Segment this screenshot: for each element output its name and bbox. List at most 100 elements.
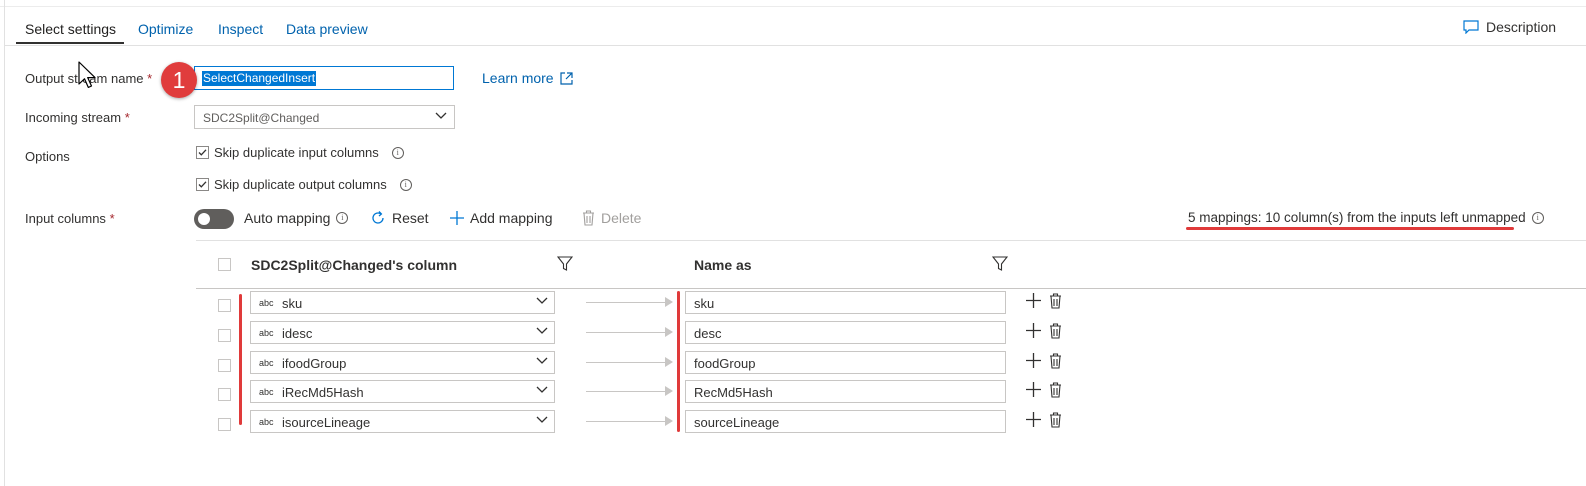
row-checkbox[interactable] bbox=[218, 388, 231, 401]
tab-data-preview[interactable]: Data preview bbox=[286, 21, 368, 37]
active-tab-indicator bbox=[16, 42, 124, 44]
trash-icon[interactable] bbox=[1049, 353, 1062, 369]
target-highlight-bar bbox=[677, 291, 680, 432]
auto-mapping-label: Auto mapping bbox=[244, 210, 331, 226]
info-icon[interactable]: i bbox=[391, 146, 404, 159]
source-column-dropdown[interactable]: abc isourceLineage bbox=[250, 410, 555, 433]
filter-icon[interactable] bbox=[557, 256, 573, 272]
panel-left-border bbox=[4, 0, 5, 486]
skip-duplicate-input-option[interactable]: Skip duplicate input columns i bbox=[196, 145, 404, 160]
name-as-value: desc bbox=[694, 326, 722, 341]
incoming-stream-dropdown[interactable]: SDC2Split@Changed bbox=[194, 105, 455, 129]
trash-icon[interactable] bbox=[1049, 412, 1062, 428]
chevron-down-icon bbox=[536, 416, 548, 423]
mapping-arrow bbox=[586, 302, 671, 303]
tab-inspect[interactable]: Inspect bbox=[218, 21, 263, 37]
name-as-input[interactable]: foodGroup bbox=[685, 351, 1006, 374]
source-highlight-bar bbox=[239, 294, 242, 425]
mapping-arrow bbox=[586, 332, 671, 333]
skip-duplicate-output-option[interactable]: Skip duplicate output columns i bbox=[196, 177, 412, 192]
type-badge: abc bbox=[259, 387, 274, 397]
info-icon[interactable]: i bbox=[399, 178, 412, 191]
plus-icon[interactable] bbox=[1026, 382, 1041, 397]
name-as-input[interactable]: sourceLineage bbox=[685, 410, 1006, 433]
skip-duplicate-input-checkbox[interactable] bbox=[196, 146, 209, 159]
required-mark: * bbox=[109, 211, 115, 226]
info-icon[interactable]: i bbox=[336, 212, 349, 224]
refresh-icon bbox=[372, 211, 384, 224]
chevron-down-icon bbox=[536, 386, 548, 393]
source-column-dropdown[interactable]: abc iRecMd5Hash bbox=[250, 380, 555, 403]
trash-icon[interactable] bbox=[1049, 293, 1062, 309]
delete-label: Delete bbox=[601, 210, 642, 226]
type-badge: abc bbox=[259, 328, 274, 338]
add-mapping-button[interactable]: Add mapping bbox=[450, 210, 553, 226]
tab-bar: Select settings Optimize Inspect Data pr… bbox=[5, 6, 1586, 46]
source-column-dropdown[interactable]: abc sku bbox=[250, 291, 555, 314]
description-button[interactable]: Description bbox=[1463, 17, 1556, 37]
mapping-grid-header: SDC2Split@Changed's column Name as bbox=[196, 240, 1586, 289]
name-as-value: sourceLineage bbox=[694, 415, 780, 430]
type-badge: abc bbox=[259, 417, 274, 427]
input-columns-label: Input columns * bbox=[25, 211, 115, 226]
plus-icon[interactable] bbox=[1026, 353, 1041, 368]
trash-icon bbox=[583, 210, 594, 226]
trash-icon[interactable] bbox=[1049, 382, 1062, 398]
description-label: Description bbox=[1486, 19, 1557, 35]
mapping-row: abc iRecMd5Hash RecMd5Hash bbox=[196, 380, 1096, 410]
select-all-checkbox[interactable] bbox=[218, 258, 231, 271]
type-badge: abc bbox=[259, 298, 274, 308]
name-as-input[interactable]: desc bbox=[685, 321, 1006, 344]
row-checkbox[interactable] bbox=[218, 359, 231, 372]
source-column-dropdown[interactable]: abc ifoodGroup bbox=[250, 351, 555, 374]
skip-duplicate-output-label: Skip duplicate output columns bbox=[214, 177, 387, 192]
chevron-down-icon bbox=[435, 112, 447, 119]
source-column-dropdown[interactable]: abc idesc bbox=[250, 321, 555, 344]
row-checkbox[interactable] bbox=[218, 418, 231, 431]
mapping-arrowhead bbox=[665, 327, 673, 337]
chevron-down-icon bbox=[536, 327, 548, 334]
tab-optimize[interactable]: Optimize bbox=[138, 21, 193, 37]
mapping-arrow bbox=[586, 421, 671, 422]
mapping-arrowhead bbox=[665, 386, 673, 396]
learn-more-text: Learn more bbox=[482, 70, 554, 86]
trash-icon[interactable] bbox=[1049, 323, 1062, 339]
plus-icon[interactable] bbox=[1026, 323, 1041, 338]
mapping-summary-text: 5 mappings: 10 column(s) from the inputs… bbox=[1188, 210, 1526, 225]
add-mapping-label: Add mapping bbox=[470, 210, 553, 226]
mapping-summary: 5 mappings: 10 column(s) from the inputs… bbox=[1188, 210, 1544, 225]
checkmark-icon bbox=[198, 149, 207, 156]
plus-icon[interactable] bbox=[1026, 412, 1041, 427]
comment-icon bbox=[1463, 20, 1479, 34]
auto-mapping-label-group: Auto mapping i bbox=[244, 210, 349, 226]
name-as-value: RecMd5Hash bbox=[694, 385, 773, 400]
row-checkbox[interactable] bbox=[218, 329, 231, 342]
delete-button[interactable]: Delete bbox=[582, 210, 641, 226]
mapping-arrowhead bbox=[665, 297, 673, 307]
row-checkbox[interactable] bbox=[218, 299, 231, 312]
tab-select-settings[interactable]: Select settings bbox=[25, 21, 116, 37]
required-mark: * bbox=[124, 110, 130, 125]
name-as-value: foodGroup bbox=[694, 356, 756, 371]
toggle-knob bbox=[198, 213, 210, 225]
skip-duplicate-output-checkbox[interactable] bbox=[196, 178, 209, 191]
source-column-value: iRecMd5Hash bbox=[282, 385, 364, 400]
output-stream-name-input[interactable]: SelectChangedInsert bbox=[194, 66, 454, 90]
filter-icon[interactable] bbox=[992, 256, 1008, 272]
auto-mapping-toggle[interactable] bbox=[194, 209, 234, 229]
learn-more-link[interactable]: Learn more bbox=[482, 70, 573, 86]
name-as-header: Name as bbox=[694, 257, 752, 273]
output-stream-name-value: SelectChangedInsert bbox=[202, 71, 317, 86]
type-badge: abc bbox=[259, 358, 274, 368]
info-icon[interactable]: i bbox=[1531, 211, 1544, 224]
source-column-header: SDC2Split@Changed's column bbox=[251, 257, 458, 273]
reset-button[interactable]: Reset bbox=[370, 210, 429, 226]
plus-icon[interactable] bbox=[1026, 293, 1041, 308]
chevron-down-icon bbox=[536, 357, 548, 364]
reset-label: Reset bbox=[392, 210, 429, 226]
mapping-arrow bbox=[586, 391, 671, 392]
name-as-input[interactable]: sku bbox=[685, 291, 1006, 314]
mapping-row: abc idesc desc bbox=[196, 321, 1096, 351]
open-external-icon bbox=[559, 71, 573, 85]
name-as-input[interactable]: RecMd5Hash bbox=[685, 380, 1006, 403]
